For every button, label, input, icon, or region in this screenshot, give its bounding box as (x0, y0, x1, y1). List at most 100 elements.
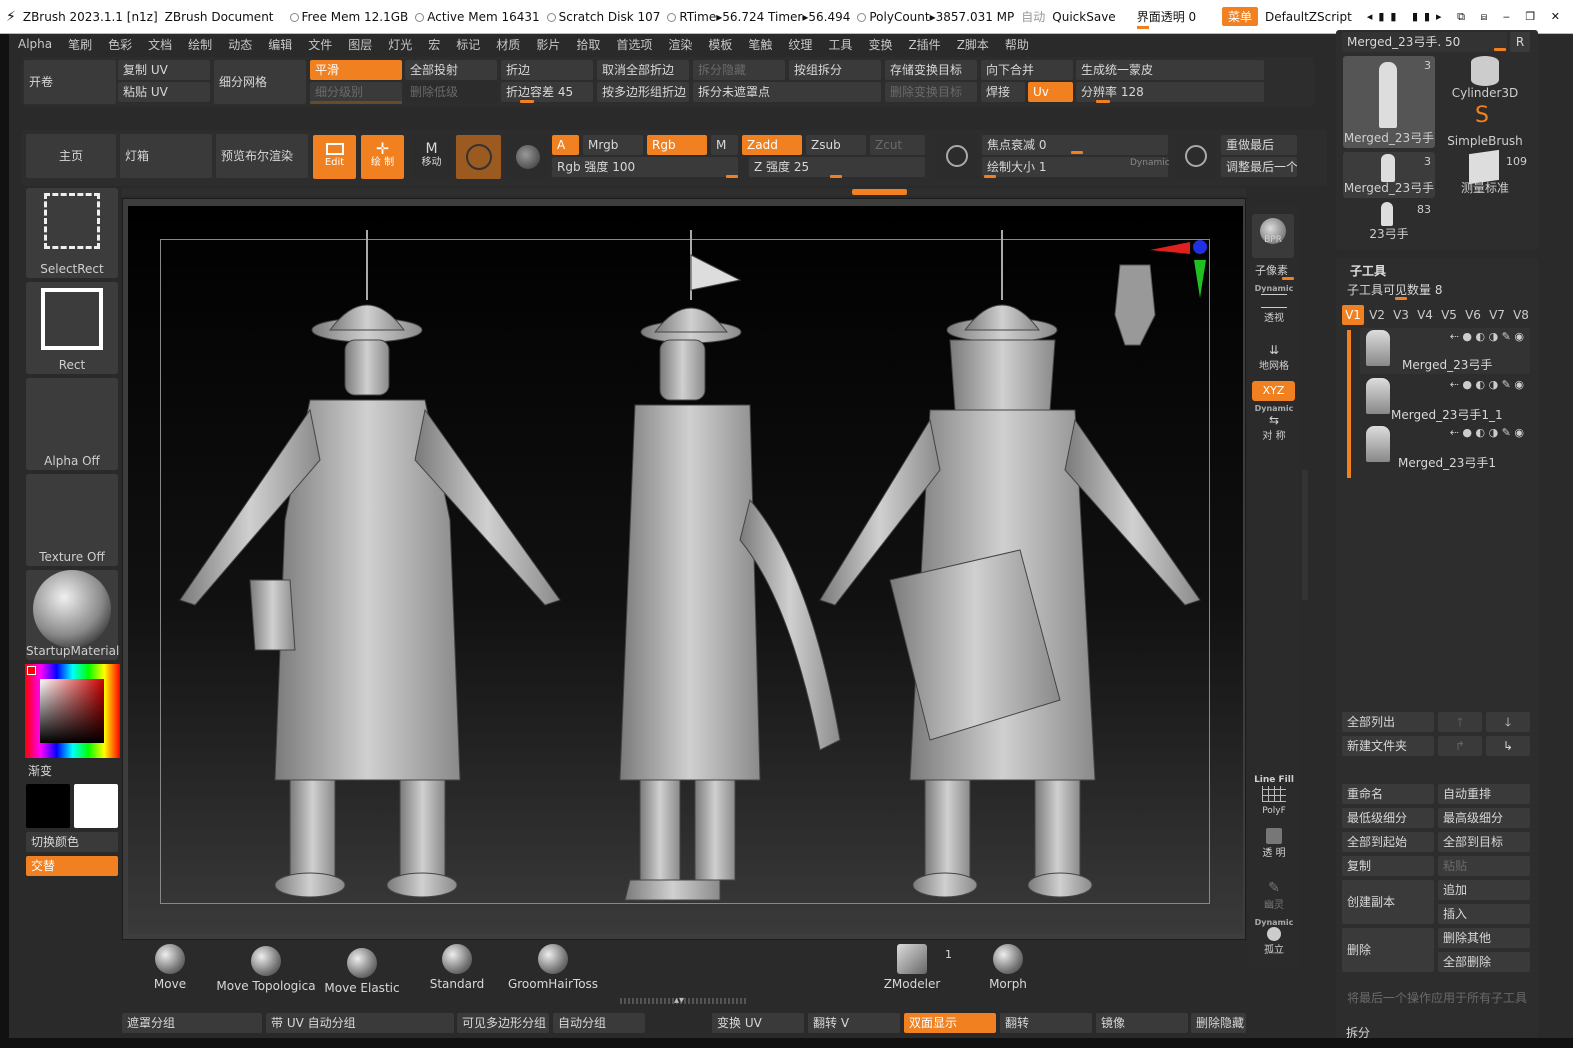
menu-item[interactable]: 宏 (420, 36, 448, 53)
current-tool-slider[interactable]: Merged_23弓手. 50 (1342, 32, 1507, 52)
menu-item[interactable]: 帮助 (997, 36, 1037, 53)
menu-button[interactable]: 菜单 (1221, 7, 1258, 26)
menu-item[interactable]: 模板 (700, 36, 740, 53)
menu-item[interactable]: 笔刷 (60, 36, 100, 53)
tool-thumb[interactable]: Cylinder3D (1439, 56, 1531, 102)
menu-item[interactable]: 纹理 (780, 36, 820, 53)
project-all-button[interactable]: 全部投射 (405, 60, 497, 80)
mirror-button[interactable]: 镜像 (1096, 1013, 1188, 1033)
version-v2[interactable]: V2 (1366, 305, 1388, 325)
rgb-toggle[interactable]: Rgb (647, 135, 707, 155)
xyz-toggle[interactable]: XYZ (1252, 381, 1295, 401)
m-toggle[interactable]: M (711, 135, 738, 155)
store-morph-button[interactable]: 存储变换目标 (885, 60, 977, 80)
zadd-toggle[interactable]: Zadd (742, 135, 802, 155)
subtool-controls[interactable]: ⇠ ● ◐ ◑ ✎ ◉ (1450, 426, 1524, 439)
subpixel-slider[interactable]: 子像素 (1255, 262, 1288, 278)
split-unmasked-button[interactable]: 拆分未遮罩点 (693, 82, 881, 102)
brush-s-button[interactable] (936, 135, 978, 179)
groom-hair-toss-brush-button[interactable]: GroomHairToss (505, 944, 601, 991)
bpr-preview-button[interactable]: 预览布尔渲染 (216, 134, 308, 178)
transparency-slider[interactable]: 界面透明 0 (1136, 8, 1215, 29)
select-rect-tool[interactable]: SelectRect (26, 188, 118, 278)
polyfill-button[interactable]: Line Fill PolyF (1253, 775, 1295, 816)
version-v6[interactable]: V6 (1462, 305, 1484, 325)
delete-morph-button[interactable]: 删除变换目标 (885, 82, 977, 102)
rect-tool[interactable]: Rect (26, 282, 118, 374)
insert-button[interactable]: 插入 (1438, 904, 1530, 924)
menu-item[interactable]: Z脚本 (949, 36, 997, 53)
zmodeler-brush-button[interactable]: ZModeler 1 (876, 944, 952, 991)
tool-thumb[interactable]: 83 23弓手 (1343, 200, 1435, 244)
mrgb-toggle[interactable]: Mrgb (583, 135, 643, 155)
duplicate-button[interactable]: 创建副本 (1342, 880, 1434, 924)
all-to-start-button[interactable]: 全部到起始 (1342, 832, 1434, 852)
menu-item[interactable]: Z插件 (900, 36, 948, 53)
perspective-button[interactable]: Dynamic 透视 (1253, 284, 1295, 324)
highest-subdiv-button[interactable]: 最高级细分 (1438, 808, 1530, 828)
del-lower-button[interactable]: 删除低级 (405, 82, 497, 102)
visible-polygroup-button[interactable]: 可见多边形分组 (457, 1013, 549, 1033)
lightbox-button[interactable]: 灯箱 (120, 134, 212, 178)
move-elastic-brush-button[interactable]: Move Elastic (322, 948, 402, 995)
menu-item[interactable]: 编辑 (260, 36, 300, 53)
version-v7[interactable]: V7 (1486, 305, 1508, 325)
subtool-title[interactable]: 子工具 (1350, 262, 1386, 279)
dynamic-label[interactable]: Dynamic (1130, 158, 1170, 168)
move-topological-brush-button[interactable]: Move Topologica (216, 946, 316, 993)
chevrons-icon[interactable]: ▴▾ (674, 995, 684, 1006)
menu-item[interactable]: 绘制 (180, 36, 220, 53)
menu-item[interactable]: 渲染 (660, 36, 700, 53)
split-hidden-button[interactable]: 拆分隐藏 (693, 60, 785, 80)
gradient-label[interactable]: 渐变 (28, 762, 52, 779)
menu-item[interactable]: 首选项 (608, 36, 660, 53)
main-color-swatch[interactable] (26, 784, 70, 828)
rotate-button[interactable] (505, 135, 550, 179)
weld-button[interactable]: 焊接 (981, 82, 1025, 102)
auto-reorder-button[interactable]: 自动重排 (1438, 784, 1530, 804)
tool-thumb[interactable]: 109 测量标准 (1439, 149, 1531, 198)
delete-button[interactable]: 删除 (1342, 928, 1434, 972)
version-v3[interactable]: V3 (1390, 305, 1412, 325)
tool-thumb[interactable]: S SimpleBrush (1439, 104, 1531, 150)
r-button[interactable]: R (1510, 32, 1530, 52)
zcut-toggle[interactable]: Zcut (870, 135, 925, 155)
mask-group-button[interactable]: 遮罩分组 (122, 1013, 262, 1033)
menu-item[interactable]: 变换 (860, 36, 900, 53)
alpha-off-slot[interactable]: Alpha Off (26, 378, 118, 470)
floor-grid-button[interactable]: ⇊ 地网格 (1253, 343, 1295, 372)
scroll-thumb[interactable] (852, 189, 907, 195)
a-toggle[interactable]: A (552, 135, 579, 155)
all-to-target-button[interactable]: 全部到目标 (1438, 832, 1530, 852)
menu-item[interactable]: 材质 (488, 36, 528, 53)
flip-v-button[interactable]: 翻转 V (808, 1013, 900, 1033)
right-collapse-handle[interactable] (1302, 470, 1308, 600)
move-down-button[interactable]: 🡓 (1486, 712, 1530, 732)
tool-thumb[interactable]: 3 Merged_23弓手 (1343, 152, 1435, 198)
menu-item[interactable]: 影片 (528, 36, 568, 53)
axis-gizmo[interactable] (1150, 240, 1207, 298)
crease-pg-button[interactable]: 按多边形组折边 (597, 82, 689, 102)
smooth-toggle[interactable]: 平滑 (310, 60, 402, 80)
new-folder-button[interactable]: 新建文件夹 (1342, 736, 1434, 756)
unified-skin-button[interactable]: 生成统一蒙皮 (1076, 60, 1264, 80)
lowest-subdiv-button[interactable]: 最低级细分 (1342, 808, 1434, 828)
uncrease-all-button[interactable]: 取消全部折边 (597, 60, 689, 80)
menu-item[interactable]: 灯光 (380, 36, 420, 53)
material-slot[interactable]: StartupMaterial (26, 570, 119, 660)
uv-autogroup-button[interactable]: 带 UV 自动分组 (266, 1013, 454, 1033)
append-button[interactable]: 追加 (1438, 880, 1530, 900)
color-picker[interactable] (25, 664, 120, 758)
menu-item[interactable]: 标记 (448, 36, 488, 53)
version-v5[interactable]: V5 (1438, 305, 1460, 325)
subtool-controls[interactable]: ⇠ ● ◐ ◑ ✎ ◉ (1450, 330, 1524, 343)
adjust-last-button[interactable]: 调整最后一个 (1221, 157, 1297, 177)
tool-thumb[interactable]: 3 Merged_23弓手 (1343, 56, 1435, 148)
symmetry-button[interactable]: Dynamic ⇆ 对 称 (1253, 404, 1295, 442)
solo-button[interactable]: Dynamic 孤立 (1253, 918, 1295, 956)
secondary-color-swatch[interactable] (74, 784, 118, 828)
delete-other-button[interactable]: 删除其他 (1438, 928, 1530, 948)
subtool-controls[interactable]: ⇠ ● ◐ ◑ ✎ ◉ (1450, 378, 1524, 391)
move-brush-button[interactable]: Move (140, 944, 200, 991)
visible-count-slider[interactable]: 子工具可见数量 8 (1342, 280, 1530, 300)
